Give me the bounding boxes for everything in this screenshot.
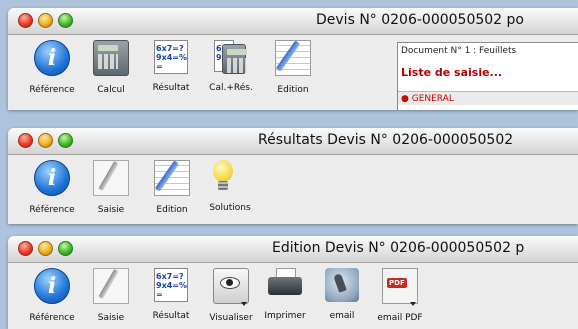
zoom-button[interactable] — [58, 241, 73, 256]
window-title: Edition Devis N° 0206-000050502 p — [272, 240, 525, 256]
dropdown-arrow-icon — [241, 302, 247, 306]
zoom-button[interactable] — [58, 13, 73, 28]
close-button[interactable] — [18, 133, 33, 148]
reference-button[interactable]: i Référence — [20, 40, 84, 95]
resultat-label: Résultat — [152, 311, 190, 321]
calc-result-label: Cal.+Rés. — [209, 83, 253, 93]
lightbulb-icon — [213, 160, 247, 194]
title-bar[interactable]: Devis N° 0206-000050502 po — [8, 8, 578, 35]
result-sheet-icon: 6x7=? 9x4=% = — [154, 268, 188, 302]
toolbar: i Référence Saisie 6x7=? 9x4=% = Résulta… — [8, 263, 578, 329]
minimize-button[interactable] — [38, 133, 53, 148]
calc-result-icon: 6x7=? 9x4=% — [214, 40, 248, 74]
saisie-button[interactable]: Saisie — [79, 160, 143, 215]
email-label: email — [329, 311, 355, 321]
info-icon: i — [34, 268, 70, 304]
sheet-text: 6x7=? — [156, 44, 184, 53]
document-list-panel[interactable]: Document N° 1 : Feuillets Liste de saisi… — [397, 42, 578, 110]
document-selected-item[interactable]: Liste de saisie... — [398, 58, 578, 82]
pencil-page-icon — [93, 268, 129, 304]
calcul-label: Calcul — [97, 85, 125, 95]
edition-label: Edition — [277, 85, 309, 95]
devis-window: Devis N° 0206-000050502 po i Référence C… — [8, 8, 578, 110]
reference-label: Référence — [29, 313, 75, 323]
document-group-general[interactable]: ● GENERAL — [398, 91, 578, 105]
window-title: Devis N° 0206-000050502 po — [316, 12, 524, 28]
dropdown-arrow-icon — [410, 302, 416, 306]
edition-label: Edition — [156, 205, 188, 215]
calculator-icon — [222, 44, 247, 74]
printer-icon — [268, 268, 302, 302]
edit-document-icon — [275, 40, 311, 76]
email-pdf-label: email PDF — [377, 313, 423, 323]
pdf-icon — [382, 268, 418, 306]
edition-button[interactable]: Edition — [261, 40, 325, 95]
minimize-button[interactable] — [38, 13, 53, 28]
resultat-label: Résultat — [152, 83, 190, 93]
result-sheet-icon: 6x7=? 9x4=% = — [154, 40, 188, 74]
title-bar[interactable]: Edition Devis N° 0206-000050502 p — [8, 236, 578, 263]
sheet-text: = — [156, 62, 163, 71]
minimize-button[interactable] — [38, 241, 53, 256]
calculator-icon — [93, 40, 129, 76]
pencil-page-icon — [93, 160, 129, 196]
resultat-button[interactable]: 6x7=? 9x4=% = Résultat — [139, 268, 203, 321]
document-header: Document N° 1 : Feuillets — [401, 46, 517, 56]
close-button[interactable] — [18, 13, 33, 28]
document-list-item[interactable]: ... — [398, 105, 578, 110]
resultats-window: Résultats Devis N° 0206-000050502 i Réfé… — [8, 128, 578, 224]
toolbar: i Référence Saisie Edition Solutions — [8, 155, 578, 224]
saisie-label: Saisie — [97, 205, 125, 215]
email-pdf-button[interactable]: email PDF — [368, 268, 432, 323]
sheet-text: 9x4=% — [156, 53, 188, 62]
sheet-text: = — [156, 290, 163, 299]
edition-window: Edition Devis N° 0206-000050502 p i Réfé… — [8, 236, 578, 329]
window-controls — [18, 13, 73, 28]
edit-document-icon — [154, 160, 190, 196]
saisie-label: Saisie — [97, 313, 125, 323]
sheet-text: 6x7=? — [156, 272, 184, 281]
info-icon: i — [34, 40, 70, 76]
info-icon: i — [34, 160, 70, 196]
window-controls — [18, 241, 73, 256]
email-button[interactable]: email — [310, 268, 374, 321]
reference-button[interactable]: i Référence — [20, 268, 84, 323]
window-controls — [18, 133, 73, 148]
title-bar[interactable]: Résultats Devis N° 0206-000050502 — [8, 128, 578, 155]
solutions-button[interactable]: Solutions — [198, 160, 262, 213]
imprimer-button[interactable]: Imprimer — [253, 268, 317, 321]
reference-button[interactable]: i Référence — [20, 160, 84, 215]
email-stamp-icon — [325, 268, 359, 302]
zoom-button[interactable] — [58, 133, 73, 148]
imprimer-label: Imprimer — [264, 311, 306, 321]
window-title: Résultats Devis N° 0206-000050502 — [258, 132, 514, 148]
resultat-button[interactable]: 6x7=? 9x4=% = Résultat — [139, 40, 203, 93]
calc-result-button[interactable]: 6x7=? 9x4=% Cal.+Rés. — [199, 40, 263, 93]
reference-label: Référence — [29, 85, 75, 95]
reference-label: Référence — [29, 205, 75, 215]
solutions-label: Solutions — [209, 203, 251, 213]
eye-icon — [213, 268, 249, 306]
saisie-button[interactable]: Saisie — [79, 268, 143, 323]
close-button[interactable] — [18, 241, 33, 256]
edition-button[interactable]: Edition — [140, 160, 204, 215]
sheet-text: 9x4=% — [156, 281, 188, 290]
calcul-button[interactable]: Calcul — [79, 40, 143, 95]
